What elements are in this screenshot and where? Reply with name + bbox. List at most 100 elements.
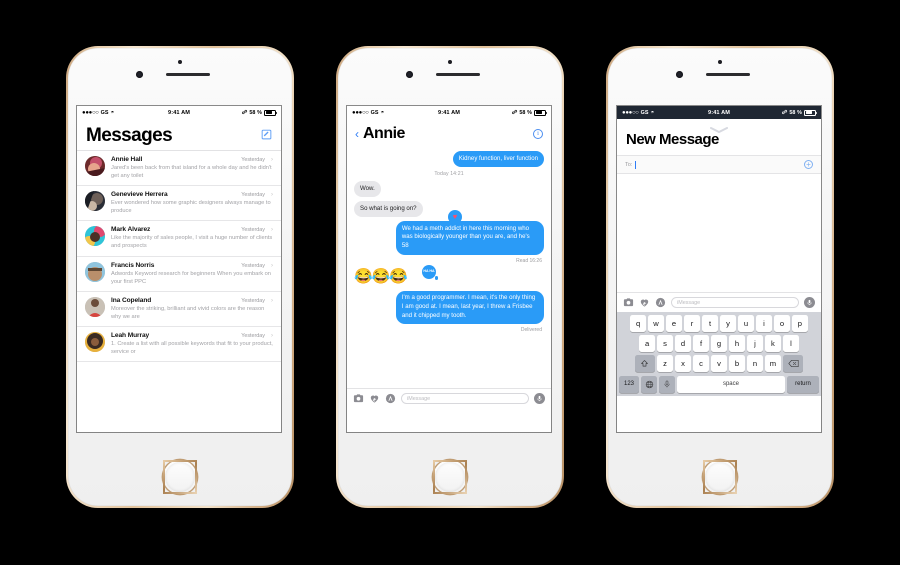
key-w[interactable]: w — [648, 315, 664, 332]
screen-conversation: ●●●○○ GS ◓ 9:41 AM ☍ 58 % ‹ Annie i Kidn — [347, 106, 551, 432]
key-k[interactable]: k — [765, 335, 781, 353]
message-bubble-incoming[interactable]: So what is going on? — [354, 201, 423, 218]
message-bubble-outgoing[interactable]: We had a meth addict in here this mornin… — [395, 221, 544, 255]
tapback-haha-icon[interactable]: HA HA — [422, 264, 438, 280]
table-row[interactable]: Mark Alvarez Yesterday › Like the majori… — [77, 221, 281, 257]
status-bar: ●●●○○ GS ◓ 9:41 AM ☍ 58 % — [617, 106, 821, 119]
message-row: Wow. — [354, 181, 544, 198]
shift-arrow-icon[interactable] — [634, 355, 655, 373]
text-caret — [635, 160, 637, 169]
conversation-preview: Adwords Keyword research for beginners W… — [111, 270, 271, 285]
key-e[interactable]: e — [666, 315, 682, 332]
home-button[interactable] — [163, 460, 197, 494]
key-h[interactable]: h — [729, 335, 745, 353]
key-f[interactable]: f — [693, 335, 709, 353]
key-x[interactable]: x — [675, 355, 691, 373]
key-d[interactable]: d — [675, 335, 691, 353]
key-n[interactable]: n — [747, 355, 763, 373]
wifi-icon: ◓ — [380, 109, 385, 116]
numbers-key[interactable]: 123 — [619, 375, 639, 393]
table-row[interactable]: Francis Norris Yesterday › Adwords Keywo… — [77, 257, 281, 292]
key-g[interactable]: g — [711, 335, 727, 353]
message-input[interactable]: iMessage — [671, 297, 799, 308]
thread-timestamp: Today 14:21 — [434, 171, 464, 178]
signal-strength-icon: ●●●○○ — [352, 109, 369, 116]
phone-new-message: ●●●○○ GS ◓ 9:41 AM ☍ 58 % New Message To — [606, 46, 834, 508]
table-row[interactable]: Genevieve Herrera Yesterday › Ever wonde… — [77, 186, 281, 222]
imessage-apps-icon[interactable] — [385, 393, 396, 404]
earpiece-speaker — [436, 73, 480, 76]
onscreen-keyboard: q w e r t y u i o p a s d f g h j k l z … — [617, 312, 821, 396]
key-s[interactable]: s — [657, 335, 673, 353]
key-b[interactable]: b — [729, 355, 745, 373]
keyboard-row-1: q w e r t y u i o p — [619, 315, 819, 332]
proximity-sensor — [448, 60, 452, 64]
wifi-icon: ◓ — [650, 109, 655, 116]
key-i[interactable]: i — [756, 315, 772, 332]
message-bubble-incoming[interactable]: Wow. — [354, 181, 381, 198]
avatar — [85, 261, 105, 282]
avatar — [85, 156, 105, 176]
key-v[interactable]: v — [711, 355, 727, 373]
key-a[interactable]: a — [639, 335, 655, 353]
key-t[interactable]: t — [702, 315, 718, 332]
table-row[interactable]: Ina Copeland Yesterday › Moreover the st… — [77, 292, 281, 327]
key-m[interactable]: m — [765, 355, 781, 373]
carrier-label: GS — [640, 109, 649, 116]
message-bubble-outgoing[interactable]: I'm a good programmer. I mean, it's the … — [395, 290, 544, 325]
key-y[interactable]: y — [720, 315, 736, 332]
camera-icon[interactable] — [623, 297, 634, 308]
digital-touch-heart-icon[interactable] — [639, 297, 650, 308]
home-button[interactable] — [703, 460, 737, 494]
compose-icon[interactable] — [261, 129, 272, 140]
microphone-icon[interactable] — [804, 297, 815, 308]
back-chevron-icon[interactable]: ‹ — [355, 128, 359, 140]
key-r[interactable]: r — [684, 315, 700, 332]
wifi-icon: ◓ — [110, 109, 115, 116]
table-row[interactable]: Annie Hall Yesterday › Jared's been back… — [77, 151, 281, 187]
camera-icon[interactable] — [353, 393, 364, 404]
status-bar: ●●●○○ GS ◓ 9:41 AM ☍ 58 % — [77, 106, 281, 119]
conversation-time: Yesterday — [241, 297, 265, 304]
table-row[interactable]: Leah Murray Yesterday › 1. Create a list… — [77, 327, 281, 363]
key-l[interactable]: l — [783, 335, 799, 353]
key-j[interactable]: j — [747, 335, 763, 353]
key-q[interactable]: q — [630, 315, 646, 332]
earpiece-speaker — [166, 73, 210, 76]
message-input[interactable]: iMessage — [401, 393, 529, 404]
add-contact-plus-icon[interactable]: + — [804, 160, 813, 169]
globe-icon[interactable] — [641, 375, 657, 393]
recipient-field[interactable]: To: + — [617, 155, 821, 174]
read-receipt: Read 16:26 — [516, 257, 542, 264]
to-label: To: — [625, 161, 633, 168]
imessage-apps-icon[interactable] — [655, 297, 666, 308]
space-key[interactable]: space — [677, 375, 785, 393]
navigation-bar-conversation: ‹ Annie i — [347, 119, 551, 147]
return-key[interactable]: return — [787, 375, 819, 393]
battery-icon — [264, 109, 278, 116]
conversation-name: Leah Murray — [111, 331, 150, 339]
sheet-grabber-icon[interactable] — [708, 121, 730, 134]
proximity-sensor — [178, 60, 182, 64]
info-icon[interactable]: i — [533, 129, 543, 139]
key-p[interactable]: p — [792, 315, 808, 332]
message-row: We had a meth addict in here this mornin… — [354, 221, 544, 255]
key-u[interactable]: u — [738, 315, 754, 332]
dictation-microphone-icon[interactable] — [659, 375, 675, 393]
message-bubble-outgoing[interactable]: Kidney function, liver function — [452, 151, 544, 168]
chevron-right-icon: › — [271, 157, 273, 163]
avatar — [85, 331, 105, 352]
avatar — [85, 296, 105, 317]
earpiece-speaker — [706, 73, 750, 76]
key-z[interactable]: z — [657, 355, 673, 373]
digital-touch-heart-icon[interactable] — [369, 393, 380, 404]
conversation-time: Yesterday — [241, 262, 265, 269]
key-c[interactable]: c — [693, 355, 709, 373]
home-button[interactable] — [433, 460, 467, 494]
key-o[interactable]: o — [774, 315, 790, 332]
bluetooth-icon: ☍ — [241, 109, 248, 116]
backspace-icon[interactable] — [783, 355, 804, 373]
microphone-icon[interactable] — [534, 393, 545, 404]
message-emoji[interactable]: 😂😂😂 — [354, 269, 408, 284]
screenshot-stage: ●●●○○ GS ◓ 9:41 AM ☍ 58 % Messages Annie… — [0, 0, 900, 565]
